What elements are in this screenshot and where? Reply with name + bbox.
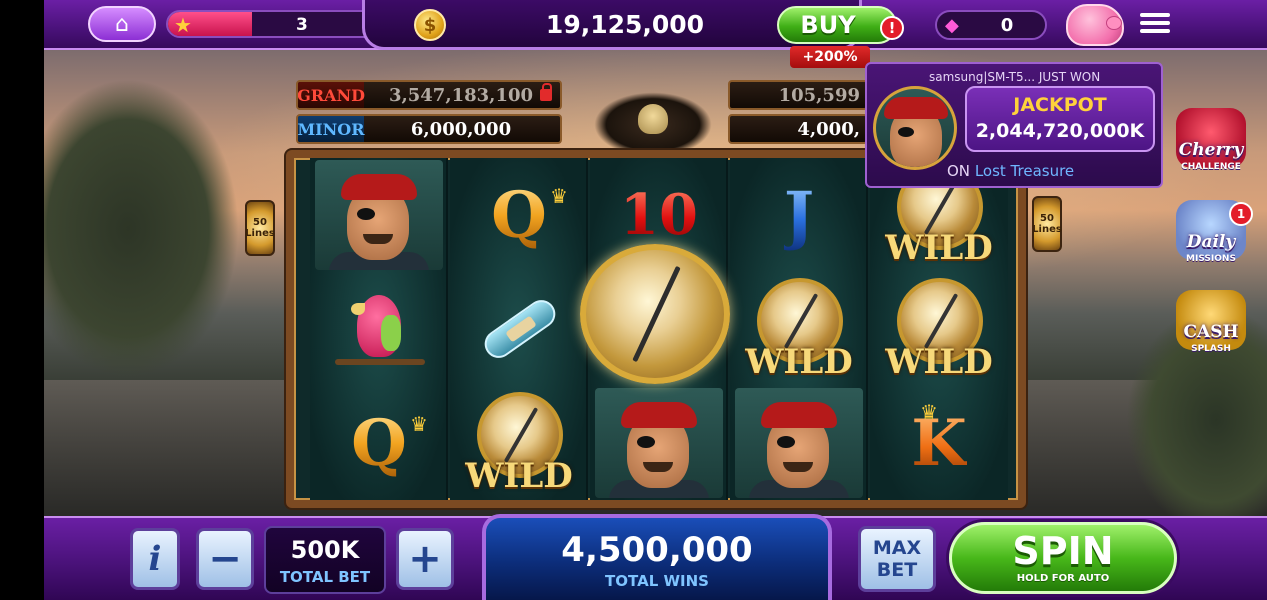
symbol-k: K ♛ [911, 400, 967, 481]
pirate-hat-emblem [588, 70, 718, 148]
crown-icon: ♛ [410, 412, 428, 436]
daily-subtitle: MISSIONS [1186, 254, 1236, 264]
symbol-pirate [310, 158, 448, 272]
cherry-challenge-button[interactable]: Cherry CHALLENGE [1166, 108, 1256, 184]
reel-1: Q ♛ [310, 158, 448, 500]
grand-jackpot-plate: GRAND 3,547,183,100 [296, 80, 562, 110]
cash-title: CASH [1183, 322, 1239, 342]
buy-alert-badge: ! [880, 16, 904, 40]
daily-missions-badge: 1 [1229, 202, 1253, 226]
winner-player: samsung|SM-T5... [929, 70, 1036, 84]
piggy-bank-icon[interactable] [1066, 4, 1124, 46]
spin-label: SPIN [1012, 529, 1114, 573]
buy-label: BUY [800, 11, 856, 39]
coin-balance: 19,125,000 [545, 10, 705, 39]
skull-icon [638, 104, 668, 134]
star-icon: ★ [174, 13, 192, 37]
symbol-q: Q ♛ [351, 405, 428, 481]
buy-bonus-tag: +200% [790, 46, 870, 68]
major-jackpot-plate: 105,599 [728, 80, 868, 110]
lines-lantern-left: 50 Lines [245, 200, 275, 256]
daily-title: Daily [1186, 232, 1236, 252]
winner-game-name: Lost Treasure [974, 162, 1075, 180]
winner-game-line: ON Lost Treasure [947, 162, 1074, 180]
total-bet-value: 500K [290, 536, 360, 564]
cash-subtitle: SPLASH [1191, 344, 1231, 354]
total-wins-value: 4,500,000 [561, 530, 753, 570]
winner-line: samsung|SM-T5... JUST WON [929, 70, 1100, 84]
max-bet-button[interactable]: MAX BET [858, 526, 936, 592]
winner-headline: JUST WON [1038, 70, 1101, 84]
winner-avatar [873, 86, 957, 170]
winner-jackpot-card: JACKPOT 2,044,720,000K [965, 86, 1155, 152]
symbol-pirate [730, 386, 868, 500]
lock-icon [540, 83, 552, 101]
symbol-wild: WILD [730, 272, 868, 386]
crown-icon: ♛ [550, 184, 568, 208]
spin-button[interactable]: SPIN HOLD FOR AUTO [949, 522, 1177, 594]
buy-button[interactable]: BUY [777, 6, 897, 44]
jackpot-winner-popup[interactable]: samsung|SM-T5... JUST WON JACKPOT 2,044,… [865, 62, 1163, 188]
symbol-wild: WILD [450, 386, 588, 500]
grand-jackpot-label: GRAND [298, 82, 365, 108]
cherry-subtitle: CHALLENGE [1181, 162, 1241, 172]
gem-icon: ◆ [945, 15, 959, 36]
symbol-wild: WILD [870, 272, 1008, 386]
minor-jackpot-label: MINOR [298, 116, 365, 142]
grand-jackpot-value: 3,547,183,100 [388, 84, 534, 106]
major-jackpot-value: 105,599 [778, 84, 860, 106]
info-button[interactable]: i [130, 528, 180, 590]
hamburger-menu-icon[interactable] [1140, 10, 1170, 38]
palm-trees-left [44, 80, 254, 410]
level-number: 3 [296, 15, 308, 35]
crown-icon: ♛ [920, 400, 938, 424]
reel-2: Q ♛ WILD [450, 158, 588, 500]
minor-jackpot-value: 6,000,000 [410, 118, 512, 140]
symbol-bottle [450, 272, 588, 386]
decrease-bet-button[interactable]: − [196, 528, 254, 590]
mini-jackpot-plate: 4,000, [728, 114, 868, 144]
symbol-parrot [310, 272, 448, 386]
symbol-j: J [783, 177, 815, 253]
home-icon: ⌂ [115, 11, 129, 37]
total-bet-display: 500K TOTAL BET [264, 526, 386, 594]
reel-4: J WILD [730, 158, 868, 500]
mini-jackpot-value: 4,000, [797, 118, 860, 140]
symbol-pirate [590, 386, 728, 500]
cherry-title: Cherry [1178, 140, 1244, 160]
winner-jackpot-label: JACKPOT [1013, 94, 1107, 116]
screen-edge [0, 0, 44, 600]
level-progress-bar[interactable]: ★ 3 [166, 10, 380, 38]
total-bet-label: TOTAL BET [279, 568, 371, 586]
minor-jackpot-plate: MINOR 6,000,000 [296, 114, 562, 144]
total-wins-label: TOTAL WINS [605, 572, 709, 590]
reel-5: WILD WILD K ♛ [870, 158, 1008, 500]
coin-icon: $ [414, 9, 446, 41]
winner-on: ON [947, 162, 971, 180]
total-wins-display: 4,500,000 TOTAL WINS [482, 514, 832, 600]
home-button[interactable]: ⌂ [88, 6, 156, 42]
compass-icon [580, 244, 730, 384]
winner-jackpot-amount: 2,044,720,000K [975, 120, 1145, 142]
cash-splash-button[interactable]: CASH SPLASH [1166, 290, 1256, 366]
spin-hold-hint: HOLD FOR AUTO [1016, 573, 1110, 584]
lines-lantern-right: 50 Lines [1032, 196, 1062, 252]
gem-count: 0 [1000, 15, 1014, 36]
gem-balance-panel[interactable]: ◆ 0 [935, 10, 1047, 40]
symbol-q: Q ♛ [491, 177, 568, 253]
increase-bet-button[interactable]: + [396, 528, 454, 590]
